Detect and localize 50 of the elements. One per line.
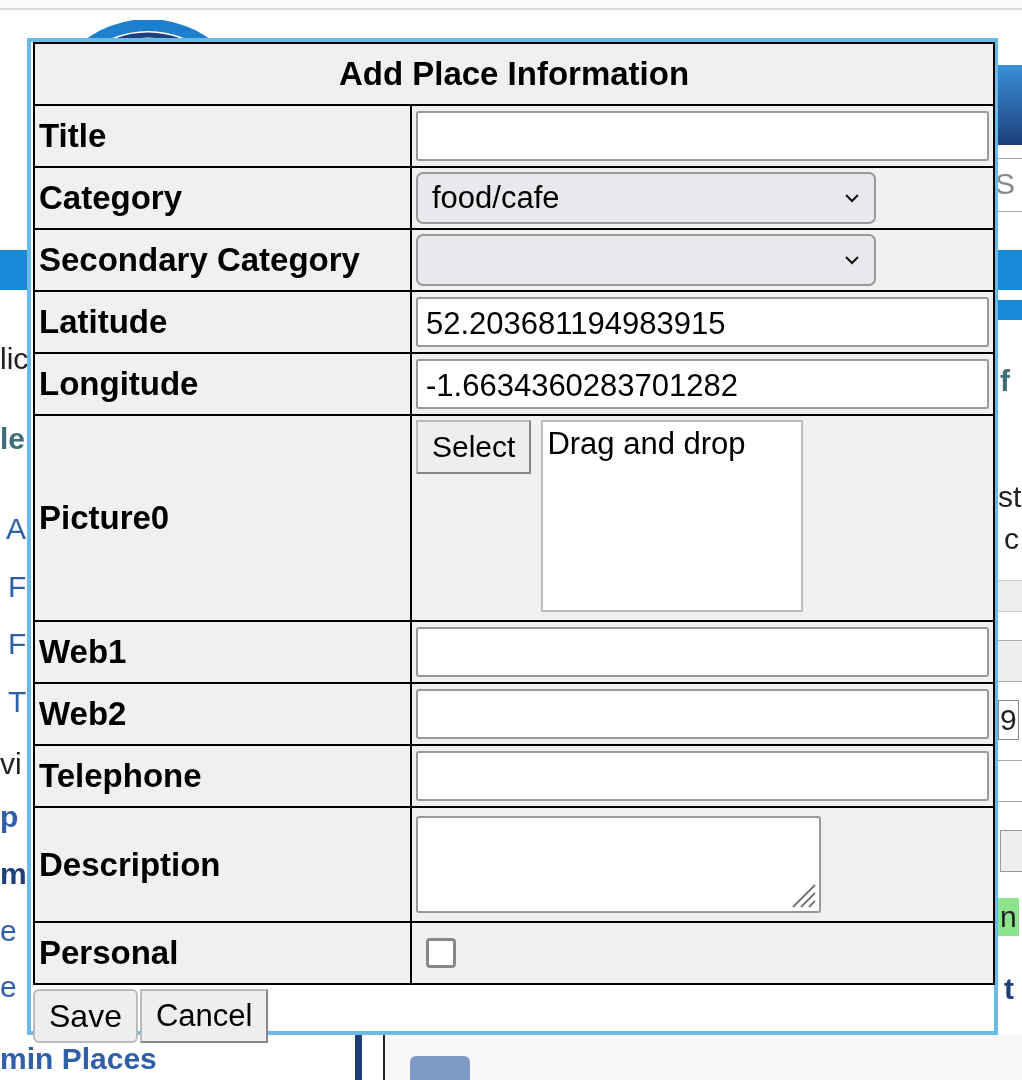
input-field[interactable] [416,111,989,161]
nav-link[interactable]: min Places [0,1040,157,1078]
field-label: Personal [34,922,411,984]
text-area[interactable] [416,816,821,913]
dialog-title: Add Place Information [34,43,994,105]
chevron-down-icon [844,255,860,265]
sidebar-text: vi [0,746,22,782]
section-heading: le [0,421,26,457]
page-text: t [1004,971,1014,1007]
input-field[interactable] [997,760,1022,802]
status-label: n [998,898,1019,936]
field-label: Latitude [34,291,411,353]
input-field[interactable]: 9 [998,700,1019,740]
input-field[interactable] [416,751,989,801]
nav-link[interactable]: e [0,912,17,950]
page-text: st [998,479,1022,515]
field-label: Category [34,167,411,229]
nav-link[interactable]: F [8,625,27,663]
field-label: Web1 [34,621,411,683]
nav-link[interactable]: p [0,798,19,836]
cancel-button[interactable]: Cancel [139,989,269,1043]
checkbox[interactable] [426,938,456,968]
drop-zone[interactable]: Drag and drop [541,420,804,612]
input-field[interactable] [997,640,1022,682]
chevron-down-icon [844,193,860,203]
page-heading: f [1000,363,1010,399]
dropdown[interactable]: food/cafe [416,172,876,224]
select-button[interactable]: Select [416,420,532,474]
page-text: c [1004,521,1019,557]
input-field[interactable]: -1.6634360283701282 [416,359,989,409]
nav-link[interactable]: e [0,968,17,1006]
tile-icon [410,1056,470,1080]
nav-link[interactable]: F [8,568,27,606]
dropdown[interactable] [416,234,876,286]
sidebar-text: m [0,856,27,892]
sidebar-text: lic [0,341,29,377]
input-field[interactable]: 52.203681194983915 [416,297,989,347]
input-field[interactable] [416,689,989,739]
input-field[interactable] [416,627,989,677]
nav-link[interactable]: A [6,510,26,548]
nav-link[interactable]: T [8,683,27,721]
field-label: Longitude [34,353,411,415]
field-label: Telephone [34,745,411,807]
field-label: Secondary Category [34,229,411,291]
sidebar-edge [355,1035,362,1080]
field-label: Picture0 [34,415,411,621]
field-label: Title [34,105,411,167]
field-label: Description [34,807,411,922]
save-button[interactable]: Save [33,989,138,1043]
field-label: Web2 [34,683,411,745]
